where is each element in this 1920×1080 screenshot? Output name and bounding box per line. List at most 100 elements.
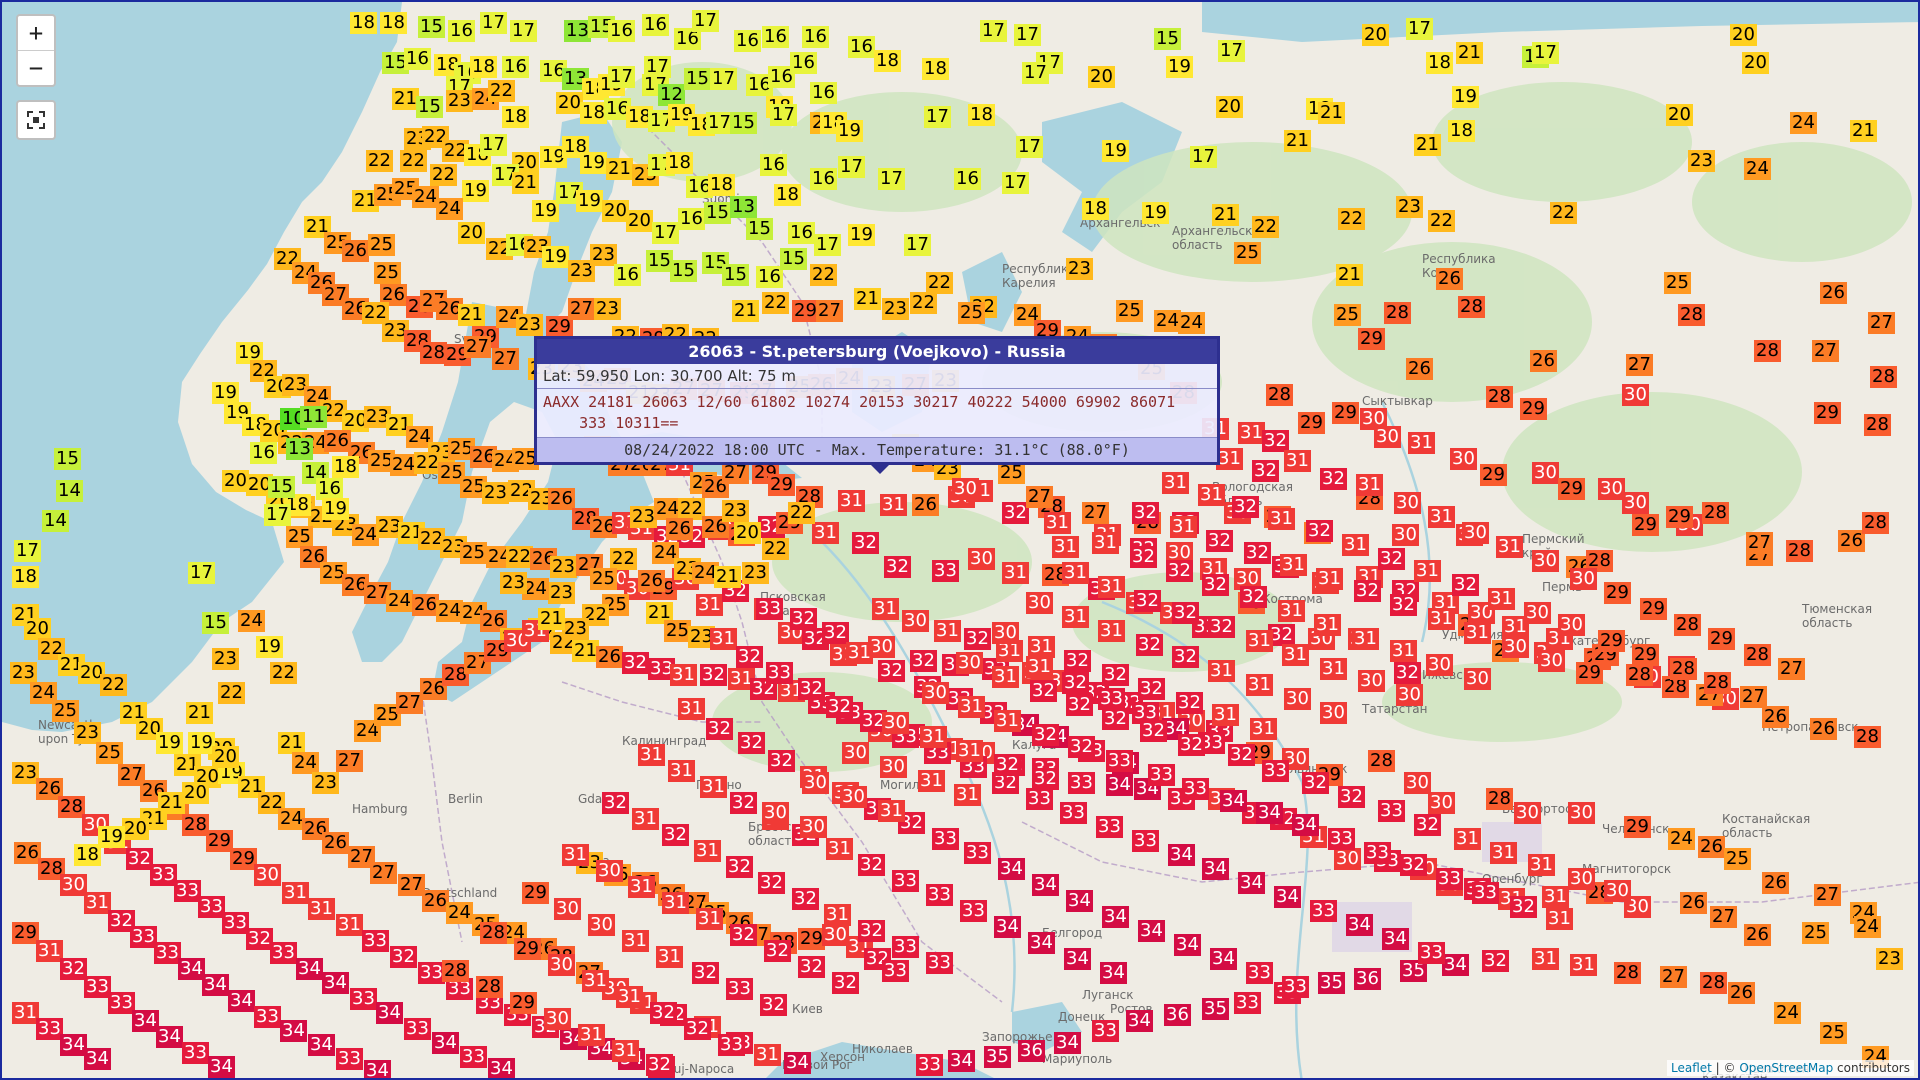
temperature-marker[interactable]: 33	[254, 1006, 281, 1028]
temperature-marker[interactable]: 19	[576, 190, 603, 212]
temperature-marker[interactable]: 28	[1626, 664, 1653, 686]
temperature-marker[interactable]: 31	[1414, 560, 1441, 582]
temperature-marker[interactable]: 31	[1454, 828, 1481, 850]
temperature-marker[interactable]: 34	[1054, 1032, 1081, 1054]
temperature-marker[interactable]: 32	[730, 924, 757, 946]
temperature-marker[interactable]: 33	[932, 828, 959, 850]
temperature-marker[interactable]: 18	[1448, 120, 1475, 142]
temperature-marker[interactable]: 33	[1096, 816, 1123, 838]
temperature-marker[interactable]: 18	[74, 844, 101, 866]
temperature-marker[interactable]: 31	[1284, 450, 1311, 472]
temperature-marker[interactable]: 33	[36, 1018, 63, 1040]
temperature-marker[interactable]: 23	[74, 722, 101, 744]
temperature-marker[interactable]: 30	[992, 622, 1019, 644]
temperature-marker[interactable]: 32	[832, 972, 859, 994]
temperature-marker[interactable]: 32	[1394, 662, 1421, 684]
temperature-marker[interactable]: 32	[910, 650, 937, 672]
temperature-marker[interactable]: 26	[14, 842, 41, 864]
temperature-marker[interactable]: 28	[1368, 750, 1395, 772]
temperature-marker[interactable]: 19	[1142, 202, 1169, 224]
temperature-marker[interactable]: 27	[1814, 884, 1841, 906]
temperature-marker[interactable]: 33	[1328, 828, 1355, 850]
temperature-marker[interactable]: 15	[268, 476, 295, 498]
temperature-marker[interactable]: 31	[1246, 630, 1273, 652]
temperature-marker[interactable]: 31	[920, 726, 947, 748]
temperature-marker[interactable]: 22	[762, 292, 789, 314]
temperature-marker[interactable]: 30	[1568, 868, 1595, 890]
temperature-marker[interactable]: 26	[638, 570, 665, 592]
temperature-marker[interactable]: 17	[1002, 172, 1029, 194]
temperature-marker[interactable]: 28	[1670, 658, 1697, 680]
temperature-marker[interactable]: 31	[1278, 600, 1305, 622]
temperature-marker[interactable]: 28	[1486, 788, 1513, 810]
temperature-marker[interactable]: 34	[1102, 906, 1129, 928]
temperature-marker[interactable]: 33	[270, 942, 297, 964]
temperature-marker[interactable]: 32	[1132, 502, 1159, 524]
temperature-marker[interactable]: 31	[956, 740, 983, 762]
temperature-marker[interactable]: 16	[762, 26, 789, 48]
temperature-marker[interactable]: 14	[56, 480, 83, 502]
temperature-marker[interactable]: 34	[376, 1002, 403, 1024]
temperature-marker[interactable]: 15	[722, 264, 749, 286]
temperature-marker[interactable]: 19	[156, 732, 183, 754]
temperature-marker[interactable]: 32	[792, 888, 819, 910]
temperature-marker[interactable]: 32	[1176, 692, 1203, 714]
temperature-marker[interactable]: 34	[1346, 914, 1373, 936]
temperature-marker[interactable]: 15	[684, 68, 711, 90]
temperature-marker[interactable]: 17	[980, 20, 1007, 42]
temperature-marker[interactable]: 29	[1558, 478, 1585, 500]
temperature-marker[interactable]: 32	[994, 754, 1021, 776]
temperature-marker[interactable]: 27	[1710, 906, 1737, 928]
temperature-marker[interactable]: 24	[352, 524, 379, 546]
temperature-marker[interactable]: 31	[710, 628, 737, 650]
temperature-marker[interactable]: 27	[370, 862, 397, 884]
temperature-marker[interactable]: 27	[1626, 354, 1653, 376]
temperature-marker[interactable]: 32	[1140, 720, 1167, 742]
temperature-marker[interactable]: 34	[948, 1050, 975, 1072]
temperature-marker[interactable]: 24	[278, 808, 305, 830]
temperature-marker[interactable]: 23	[12, 762, 39, 784]
temperature-marker[interactable]: 32	[1032, 768, 1059, 790]
temperature-marker[interactable]: 18	[380, 12, 407, 34]
temperature-marker[interactable]: 30	[1532, 550, 1559, 572]
temperature-marker[interactable]: 16	[316, 478, 343, 500]
temperature-marker[interactable]: 19	[98, 826, 125, 848]
temperature-marker[interactable]: 25	[1334, 304, 1361, 326]
temperature-marker[interactable]: 32	[622, 652, 649, 674]
temperature-marker[interactable]: 28	[1486, 386, 1513, 408]
temperature-marker[interactable]: 33	[1098, 688, 1125, 710]
temperature-marker[interactable]: 16	[502, 56, 529, 78]
temperature-marker[interactable]: 29	[792, 300, 819, 322]
temperature-marker[interactable]: 28	[1266, 384, 1293, 406]
temperature-marker[interactable]: 33	[362, 930, 389, 952]
temperature-marker[interactable]: 32	[650, 1002, 677, 1024]
temperature-marker[interactable]: 31	[754, 1044, 781, 1066]
temperature-marker[interactable]: 29	[1814, 402, 1841, 424]
temperature-marker[interactable]: 28	[1678, 304, 1705, 326]
temperature-marker[interactable]: 11	[300, 406, 327, 428]
temperature-marker[interactable]: 16	[678, 208, 705, 230]
temperature-marker[interactable]: 23	[1876, 948, 1903, 970]
temperature-marker[interactable]: 16	[810, 82, 837, 104]
temperature-marker[interactable]: 28	[1384, 302, 1411, 324]
temperature-marker[interactable]: 22	[788, 502, 815, 524]
temperature-marker[interactable]: 30	[1524, 602, 1551, 624]
temperature-marker[interactable]: 31	[878, 800, 905, 822]
temperature-marker[interactable]: 29	[514, 938, 541, 960]
temperature-marker[interactable]: 34	[178, 958, 205, 980]
temperature-marker[interactable]: 32	[1062, 672, 1089, 694]
temperature-marker[interactable]: 34	[60, 1034, 87, 1056]
temperature-marker[interactable]: 32	[858, 920, 885, 942]
temperature-marker[interactable]: 21	[512, 172, 539, 194]
temperature-marker[interactable]: 28	[1702, 502, 1729, 524]
temperature-marker[interactable]: 25	[1234, 242, 1261, 264]
temperature-marker[interactable]: 33	[1436, 868, 1463, 890]
temperature-marker[interactable]: 31	[880, 494, 907, 516]
temperature-marker[interactable]: 20	[212, 746, 239, 768]
temperature-marker[interactable]: 30	[588, 914, 615, 936]
temperature-marker[interactable]: 29	[1640, 598, 1667, 620]
temperature-marker[interactable]: 33	[1378, 800, 1405, 822]
temperature-marker[interactable]: 34	[1028, 932, 1055, 954]
temperature-marker[interactable]: 22	[1428, 210, 1455, 232]
temperature-marker[interactable]: 28	[1864, 414, 1891, 436]
